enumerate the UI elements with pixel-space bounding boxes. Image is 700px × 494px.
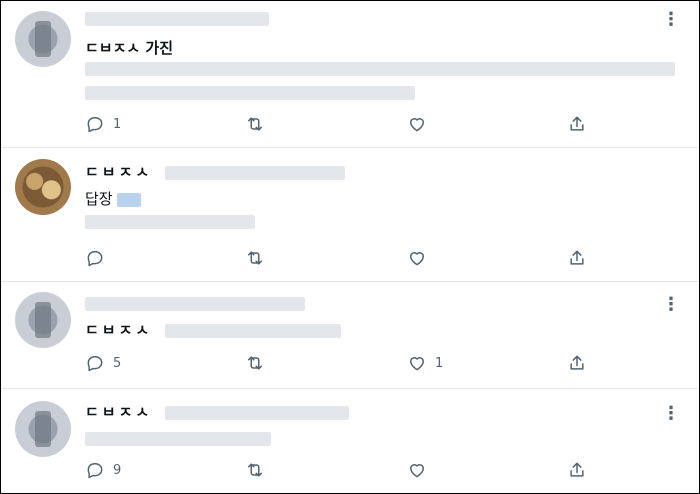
redacted-text (85, 61, 675, 76)
avatar[interactable] (15, 401, 71, 457)
timeline: ⋮ ㄷㅂㅈㅅ 가진 1 ㄷㅂㅈㅅ 답장 ⋮ ㄷㅂㅈㅅ 5 1 ㄷㅂㅈㅅ ⋮ 9 (0, 0, 700, 494)
reply-button[interactable]: 1 (85, 113, 121, 135)
redacted-text (85, 85, 415, 100)
redacted-username (85, 11, 269, 26)
like-button[interactable] (407, 247, 427, 269)
more-icon[interactable]: ⋮ (662, 11, 681, 29)
redacted-mention[interactable] (117, 192, 142, 207)
reply-button[interactable]: 9 (85, 459, 121, 481)
like-button[interactable] (407, 459, 427, 481)
reply-prefix: 답장 (85, 190, 113, 208)
display-name[interactable]: ㄷㅂㅈㅅ (85, 163, 152, 181)
display-name[interactable]: ㄷㅂㅈㅅ (85, 403, 152, 421)
action-bar (85, 247, 605, 269)
reply-icon (87, 251, 103, 267)
like-icon (410, 357, 424, 371)
redacted-text (85, 214, 255, 229)
share-button[interactable] (567, 247, 587, 269)
redacted-username (85, 296, 305, 311)
tweet-title: ㄷㅂㅈㅅ (85, 319, 342, 339)
reply-count: 1 (113, 116, 122, 132)
retweet-icon (248, 251, 262, 265)
reply-count: 5 (113, 355, 122, 371)
retweet-icon (248, 463, 262, 477)
retweet-button[interactable] (245, 459, 265, 481)
reply-icon (87, 356, 103, 372)
reply-button[interactable] (85, 247, 113, 269)
share-icon (570, 355, 584, 370)
share-icon (570, 116, 584, 131)
action-bar: 9 (85, 459, 605, 481)
retweet-icon (248, 117, 262, 131)
tweet-text (85, 212, 255, 230)
more-icon[interactable]: ⋮ (662, 405, 681, 423)
avatar[interactable] (15, 159, 71, 215)
tweet-3[interactable]: ⋮ ㄷㅂㅈㅅ 5 1 (1, 282, 699, 389)
tweet-header (85, 9, 269, 29)
tweet-header (85, 294, 305, 314)
like-icon (410, 118, 424, 132)
tweet-text (85, 59, 675, 77)
action-bar: 1 (85, 113, 605, 135)
share-button[interactable] (567, 352, 587, 374)
tweet-header: ㄷㅂㅈㅅ (85, 401, 350, 421)
tweet-text (85, 83, 415, 101)
tweet-1[interactable]: ⋮ ㄷㅂㅈㅅ 가진 1 (1, 1, 699, 148)
share-button[interactable] (567, 113, 587, 135)
reply-icon (87, 463, 103, 479)
like-count: 1 (435, 355, 444, 371)
redacted-handle (165, 405, 350, 420)
retweet-button[interactable] (245, 247, 265, 269)
reply-context: 답장 (85, 188, 142, 209)
display-name[interactable]: ㄷㅂㅈㅅ (85, 321, 152, 339)
tweet-title: ㄷㅂㅈㅅ 가진 (85, 37, 173, 57)
share-icon (570, 462, 584, 477)
tweet-4[interactable]: ㄷㅂㅈㅅ ⋮ 9 (1, 389, 699, 493)
retweet-button[interactable] (245, 113, 265, 135)
like-button[interactable]: 1 (407, 352, 443, 374)
retweet-icon (248, 356, 262, 370)
share-button[interactable] (567, 459, 587, 481)
reply-button[interactable]: 5 (85, 352, 121, 374)
more-icon[interactable]: ⋮ (662, 296, 681, 314)
action-bar: 5 1 (85, 352, 605, 374)
avatar[interactable] (15, 11, 71, 67)
avatar[interactable] (15, 292, 71, 348)
reply-count: 9 (113, 462, 122, 478)
retweet-button[interactable] (245, 352, 265, 374)
reply-icon (87, 117, 103, 133)
tweet-text (85, 429, 271, 447)
like-icon (410, 464, 424, 478)
tweet-2[interactable]: ㄷㅂㅈㅅ 답장 (1, 148, 699, 282)
redacted-text (165, 323, 342, 338)
like-icon (410, 252, 424, 266)
like-button[interactable] (407, 113, 427, 135)
tweet-name-text: ㄷㅂㅈㅅ 가진 (85, 39, 174, 57)
redacted-text (85, 431, 271, 446)
tweet-header: ㄷㅂㅈㅅ (85, 161, 346, 181)
share-icon (570, 250, 584, 265)
redacted-handle (165, 165, 346, 180)
